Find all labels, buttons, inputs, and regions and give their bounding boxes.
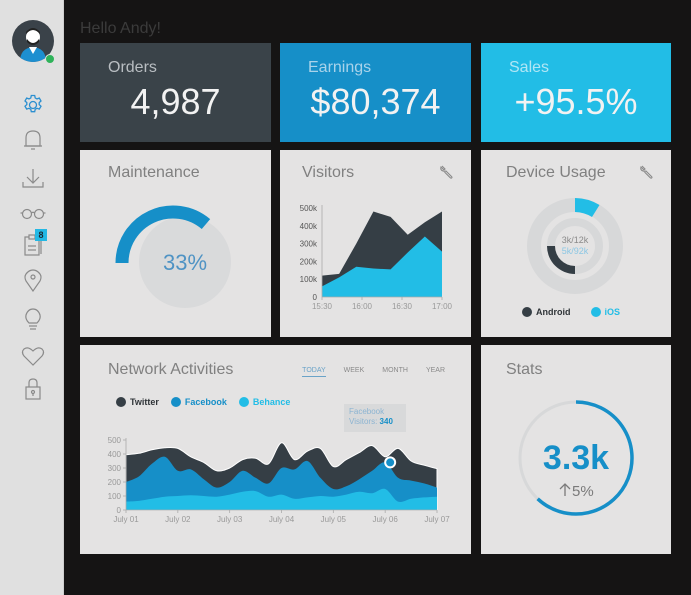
x-tick-label: July 03 bbox=[217, 515, 243, 524]
network-panel: Network Activities TODAY WEEK MONTH YEAR… bbox=[80, 345, 471, 554]
dashboard: 8 Hello Andy! Orders 4,987 Earnings $80,… bbox=[0, 0, 691, 595]
y-tick-label: 200k bbox=[300, 257, 318, 266]
y-tick-label: 0 bbox=[313, 293, 318, 302]
x-tick-label: July 07 bbox=[424, 515, 450, 524]
bell-icon[interactable] bbox=[20, 127, 46, 153]
legend-ios[interactable]: iOS bbox=[590, 307, 621, 317]
visitors-chart: 0 100k 200k 300k 400k 500k 15:30 16:00 16:30 17:0… bbox=[300, 204, 453, 311]
x-tick-label: 16:30 bbox=[392, 302, 413, 311]
ios-dot bbox=[590, 307, 601, 317]
x-tick-label: July 06 bbox=[372, 515, 398, 524]
network-tooltip: Facebook Visitors: 340 bbox=[344, 404, 406, 432]
x-tick-label: July 01 bbox=[113, 515, 139, 524]
tooltip-marker[interactable] bbox=[384, 456, 397, 469]
y-tick-label: 300k bbox=[300, 240, 318, 249]
y-tick-label: 300 bbox=[108, 464, 122, 473]
tooltip-label: Visitors: bbox=[349, 417, 378, 426]
arrow-up-icon bbox=[559, 483, 571, 496]
stats-gauge: 3.3k 5% bbox=[518, 400, 634, 516]
x-tick-label: 16:00 bbox=[352, 302, 373, 311]
sales-value: +95.5% bbox=[514, 81, 638, 122]
maintenance-gauge: 33% bbox=[115, 205, 231, 308]
x-tick-label: July 02 bbox=[165, 515, 191, 524]
download-icon[interactable] bbox=[20, 165, 46, 191]
y-tick-label: 400 bbox=[108, 450, 122, 459]
earnings-value: $80,374 bbox=[310, 81, 441, 122]
tooltip-series: Facebook bbox=[349, 407, 385, 416]
x-tick-label: July 04 bbox=[269, 515, 295, 524]
y-tick-label: 500k bbox=[300, 204, 318, 213]
glasses-icon[interactable] bbox=[20, 200, 46, 226]
greeting: Hello Andy! bbox=[80, 20, 161, 37]
maintenance-percent: 33% bbox=[163, 250, 207, 275]
orders-label: Orders bbox=[108, 59, 157, 76]
visitors-panel: Visitors 0 100k 200k 300k 400k 500k 15:30 16:00… bbox=[280, 150, 471, 337]
stats-value: 3.3k bbox=[543, 439, 609, 477]
x-tick-label: 17:00 bbox=[432, 302, 453, 311]
legend-android-label: Android bbox=[536, 307, 571, 317]
map-pin-icon[interactable] bbox=[20, 267, 46, 293]
orders-value: 4,987 bbox=[130, 81, 221, 122]
x-tick-label: 15:30 bbox=[312, 302, 333, 311]
legend-ios-label: iOS bbox=[604, 307, 621, 317]
device-usage-panel: Device Usage 3k/12k 5k/92k Android iOS bbox=[481, 150, 671, 337]
tooltip-value: 340 bbox=[379, 417, 393, 426]
y-tick-label: 500 bbox=[108, 436, 122, 445]
sales-card[interactable]: Sales +95.5% bbox=[481, 43, 671, 142]
y-tick-label: 0 bbox=[117, 506, 122, 515]
stats-change: 5% bbox=[572, 483, 594, 500]
network-chart: 0 100 200 300 400 500 July 01 July 02 July 03 Jul… bbox=[108, 436, 451, 524]
y-tick-label: 100 bbox=[108, 492, 122, 501]
notification-badge: 8 bbox=[35, 229, 47, 241]
sidebar: 8 bbox=[0, 0, 64, 595]
x-tick-label: July 05 bbox=[321, 515, 347, 524]
sales-label: Sales bbox=[509, 59, 550, 76]
maintenance-panel: Maintenance 33% bbox=[80, 150, 271, 337]
heart-icon[interactable] bbox=[20, 343, 46, 369]
orders-card[interactable]: Orders 4,987 bbox=[80, 43, 271, 142]
y-tick-label: 100k bbox=[300, 275, 318, 284]
device-legend: Android iOS bbox=[522, 307, 632, 317]
device-line1: 3k/12k bbox=[562, 235, 589, 245]
earnings-label: Earnings bbox=[308, 59, 372, 76]
android-dot bbox=[522, 307, 532, 317]
y-tick-label: 200 bbox=[108, 478, 122, 487]
y-tick-label: 400k bbox=[300, 222, 318, 231]
earnings-card[interactable]: Earnings $80,374 bbox=[280, 43, 471, 142]
gear-icon[interactable] bbox=[20, 92, 46, 118]
lightbulb-icon[interactable] bbox=[20, 306, 46, 332]
online-status-dot bbox=[45, 54, 55, 64]
device-line2: 5k/92k bbox=[562, 246, 589, 256]
stats-panel: Stats 3.3k 5% bbox=[481, 345, 671, 554]
lock-icon[interactable] bbox=[20, 376, 46, 402]
legend-android[interactable]: Android bbox=[522, 307, 571, 317]
